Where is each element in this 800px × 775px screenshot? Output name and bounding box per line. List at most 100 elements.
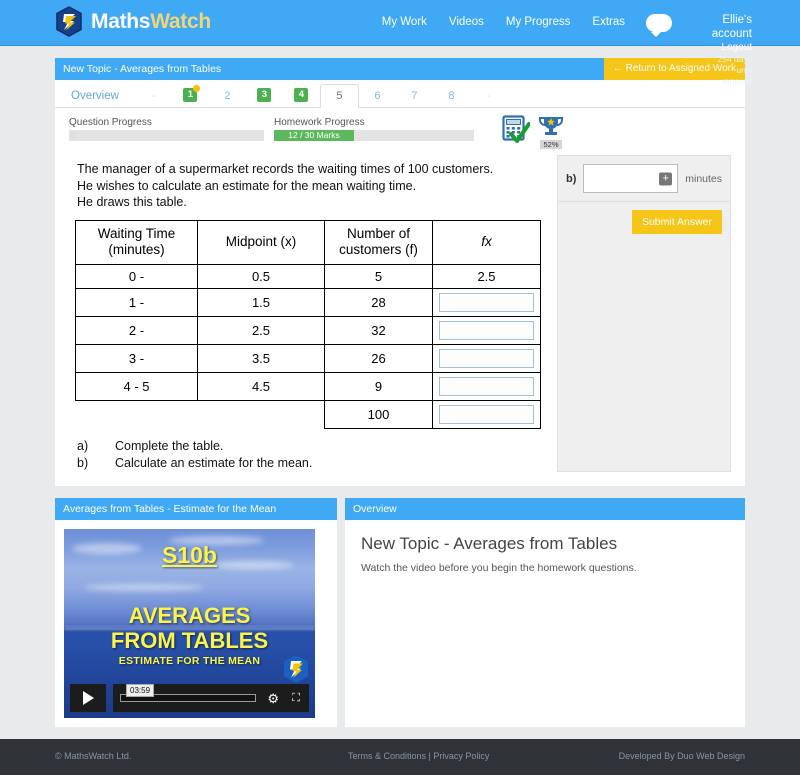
tab-question-7[interactable]: 7	[396, 90, 433, 107]
column-header-fx: fx	[432, 219, 541, 265]
overview-description: Watch the video before you begin the hom…	[361, 561, 637, 574]
tab-question-2-label: 2	[224, 90, 231, 102]
tab-question-3[interactable]: 3	[246, 88, 283, 107]
cell-customers: 5	[324, 263, 433, 289]
fx-input-total[interactable]	[439, 404, 534, 424]
part-a-text: Complete the table.	[115, 438, 224, 453]
play-button[interactable]	[70, 683, 106, 712]
cell-waiting-time: 1 -	[75, 287, 198, 317]
cell-fx-input[interactable]	[432, 343, 541, 373]
tab-question-8[interactable]: 8	[433, 90, 470, 107]
cell-midpoint: 0.5	[197, 263, 325, 289]
seek-bar[interactable]: 03:59	[120, 683, 256, 702]
tab-question-5[interactable]: 5	[319, 84, 359, 108]
answer-panel: b) + minutes Submit Answer	[557, 155, 731, 472]
homework-progress-bar: 12 / 30 Marks	[274, 130, 474, 141]
cell-fx-input[interactable]	[432, 287, 541, 317]
tab-separator-right: -	[486, 90, 491, 102]
settings-gear-icon[interactable]: ⚙	[267, 691, 279, 707]
column-header-waiting-time: Waiting Time (minutes)	[75, 219, 198, 265]
brand-text: MathsWatch	[91, 10, 211, 34]
cell-midpoint: 4.5	[197, 371, 325, 401]
submit-answer-button[interactable]: Submit Answer	[631, 210, 722, 234]
fx-input-3[interactable]	[439, 348, 534, 368]
renewal-notice: 254 days until renewal	[717, 54, 753, 86]
cell-customers: 32	[324, 315, 433, 345]
cell-waiting-time: 3 -	[75, 343, 198, 373]
tab-question-6[interactable]: 6	[359, 90, 396, 107]
fx-input-2[interactable]	[439, 320, 534, 340]
nav-item-extras[interactable]: Extras	[592, 16, 625, 28]
question-card: Overview - 1 2 3 4 5 6 7 8 - Question Pr…	[55, 80, 745, 486]
cell-waiting-time: 2 -	[75, 315, 198, 345]
nav-item-videos[interactable]: Videos	[449, 16, 484, 28]
tab-question-7-label: 7	[411, 90, 418, 102]
tab-question-5-label: 5	[336, 90, 343, 102]
footer-terms-privacy-link[interactable]: Terms & Conditions | Privacy Policy	[348, 751, 489, 761]
overview-panel-title: Overview	[345, 497, 745, 520]
cloud-shape	[84, 583, 204, 591]
account-block: Ellie's account Logout 254 days until re…	[712, 13, 752, 86]
cell-total-fx-input[interactable]	[432, 399, 541, 429]
footer-copyright: © MathsWatch Ltd.	[55, 750, 132, 761]
video-subtitle-label: ESTIMATE FOR THE MEAN	[118, 654, 261, 667]
question-content: The manager of a supermarket records the…	[69, 155, 549, 472]
cell-waiting-time: 4 - 5	[75, 371, 198, 401]
tab-question-1[interactable]: 1	[172, 85, 209, 107]
column-header-midpoint: Midpoint (x)	[197, 219, 325, 265]
bottom-panels: Averages from Tables - Estimate for the …	[55, 497, 745, 727]
cell-midpoint: 1.5	[197, 287, 325, 317]
flag-dot-icon	[192, 85, 200, 92]
back-arrow-icon: ←	[612, 63, 623, 74]
table-header-row: Waiting Time (minutes) Midpoint (x) Numb…	[75, 219, 541, 265]
fx-input-1[interactable]	[439, 292, 534, 312]
video-panel: Averages from Tables - Estimate for the …	[55, 497, 337, 727]
fullscreen-icon[interactable]: ⛶	[292, 692, 300, 705]
brand-logo[interactable]: MathsWatch	[55, 6, 211, 37]
account-name[interactable]: Ellie's account	[712, 13, 752, 42]
message-bubble-icon[interactable]	[646, 14, 672, 37]
cell-midpoint: 3.5	[197, 343, 325, 373]
video-body: S10b AVERAGES FROM TABLES ESTIMATE FOR T…	[55, 520, 337, 727]
cell-fx-input[interactable]	[432, 371, 541, 401]
overview-title: New Topic - Averages from Tables	[361, 533, 618, 553]
question-part-b: b) Calculate an estimate for the mean.	[77, 455, 549, 472]
fx-input-4[interactable]	[439, 376, 534, 396]
answer-input-b[interactable]: +	[583, 164, 679, 193]
brand-maths-text: Maths	[91, 9, 151, 33]
logout-link[interactable]: Logout	[712, 42, 752, 55]
tab-question-3-label: 3	[257, 88, 272, 102]
duration-tooltip: 03:59	[126, 683, 155, 697]
footer-developer-link[interactable]: Developed By Duo Web Design	[619, 751, 745, 761]
question-line-3: He draws this table.	[77, 195, 187, 209]
brand-watch-text: Watch	[150, 9, 211, 33]
part-a-label: a)	[77, 438, 89, 453]
mathswatch-watermark-icon	[282, 654, 310, 684]
progress-row: Question Progress 0 Homework Progress 12…	[55, 108, 745, 149]
answer-row-b: b) + minutes	[558, 156, 730, 202]
nav-item-my-work[interactable]: My Work	[382, 16, 427, 28]
tab-question-2[interactable]: 2	[209, 90, 246, 107]
cell-fx-input[interactable]	[432, 315, 541, 345]
cell-waiting-time: 0 -	[75, 263, 198, 289]
video-thumbnail[interactable]: S10b AVERAGES FROM TABLES ESTIMATE FOR T…	[64, 528, 315, 718]
breadcrumb-bar: New Topic - Averages from Tables ← Retur…	[55, 58, 745, 80]
badge-group: 52%	[502, 115, 564, 149]
overview-panel: Overview New Topic - Averages from Table…	[345, 497, 745, 727]
question-tabs: Overview - 1 2 3 4 5 6 7 8 -	[55, 80, 745, 108]
homework-progress-label: Homework Progress	[274, 117, 365, 128]
cell-customers: 28	[324, 287, 433, 317]
table-row: 2 - 2.5 32	[75, 315, 541, 345]
seek-area[interactable]: 03:59 ⚙ ⛶	[113, 683, 309, 712]
math-keypad-icon[interactable]: +	[659, 172, 673, 185]
tab-overview[interactable]: Overview	[65, 90, 135, 107]
part-b-text: Calculate an estimate for the mean.	[115, 455, 313, 470]
table-row: 4 - 5 4.5 9	[75, 371, 541, 401]
submit-row: Submit Answer	[558, 202, 730, 242]
answer-part-label: b)	[566, 172, 577, 185]
cell-customers: 26	[324, 343, 433, 373]
tab-question-4[interactable]: 4	[283, 88, 320, 107]
cell-midpoint: 2.5	[197, 315, 325, 345]
tab-overview-label: Overview	[71, 90, 119, 102]
nav-item-my-progress[interactable]: My Progress	[506, 16, 571, 28]
